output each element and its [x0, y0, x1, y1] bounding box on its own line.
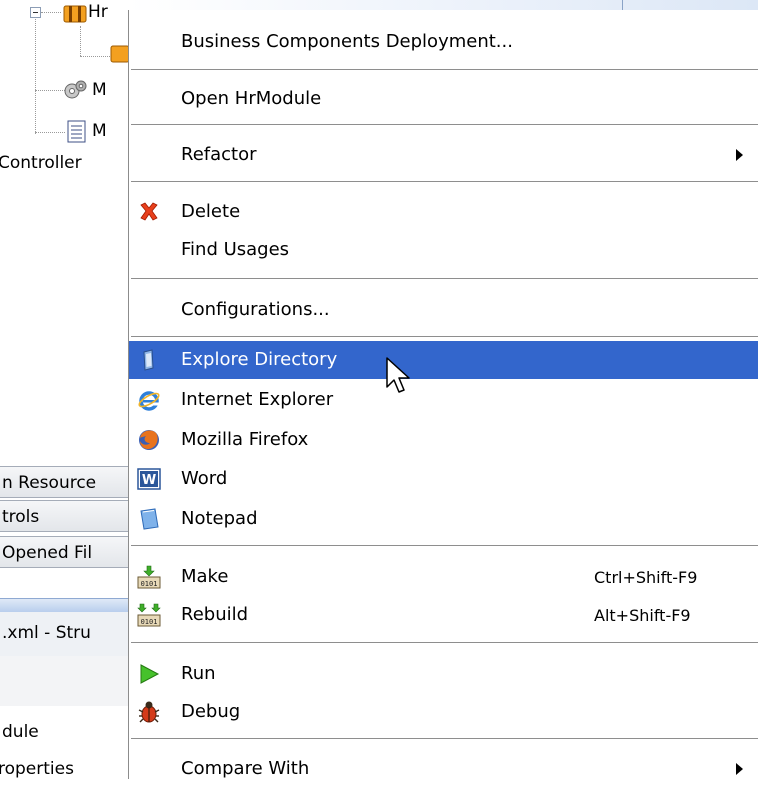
menu-item-label: Rebuild	[181, 604, 249, 625]
tree-connector	[80, 56, 112, 57]
menu-separator	[131, 181, 758, 183]
menu-item-label: Delete	[181, 201, 241, 222]
make-icon: 0101	[137, 565, 161, 589]
tree-item-label[interactable]: Hr	[88, 2, 108, 22]
mouse-cursor-icon	[386, 357, 410, 393]
tree-connector	[35, 90, 65, 91]
menu-item-label: Make	[181, 566, 229, 587]
tree-connector	[35, 132, 65, 133]
delete-icon	[140, 202, 158, 221]
menu-item-find-usages[interactable]: Find Usages	[129, 231, 758, 269]
panel-tab-label: Opened Fil	[2, 543, 93, 563]
svg-text:0101: 0101	[141, 618, 158, 626]
menu-item-internet-explorer[interactable]: Internet Explorer	[129, 381, 758, 419]
application-module-icon	[63, 5, 87, 23]
menu-item-debug[interactable]: Debug	[129, 693, 758, 731]
tree-item-label[interactable]: M	[92, 121, 107, 141]
menu-item-mozilla-firefox[interactable]: Mozilla Firefox	[129, 421, 758, 459]
menu-item-configurations[interactable]: Configurations...	[129, 291, 758, 329]
menu-separator	[131, 738, 758, 740]
menu-separator	[131, 69, 758, 71]
menu-item-label: Configurations...	[181, 299, 330, 320]
gears-icon	[64, 80, 87, 99]
menu-item-delete[interactable]: Delete	[129, 193, 758, 231]
tree-item-label[interactable]: M	[92, 80, 107, 100]
notepad-icon	[140, 508, 159, 530]
structure-item[interactable]: dule	[2, 722, 39, 742]
menu-item-notepad[interactable]: Notepad	[129, 500, 758, 538]
menu-item-label: Refactor	[181, 144, 257, 165]
window-top-band	[128, 0, 758, 10]
window-divider	[622, 0, 623, 10]
navigator-panel: Hr M M Controller n Resource trols Opene…	[0, 0, 128, 779]
menu-item-label: Compare With	[181, 758, 310, 779]
menu-item-label: Find Usages	[181, 239, 290, 260]
menu-item-make[interactable]: 0101 Make Ctrl+Shift-F9	[129, 558, 758, 596]
internet-explorer-icon	[138, 391, 160, 411]
shortcut-label: Ctrl+Shift-F9	[594, 568, 698, 587]
menu-item-label: Internet Explorer	[181, 389, 334, 410]
firefox-icon	[139, 430, 159, 450]
panel-title-bar	[0, 598, 128, 613]
menu-item-label: Run	[181, 663, 216, 684]
menu-item-label: Explore Directory	[181, 349, 338, 370]
menu-item-label: Open HrModule	[181, 88, 322, 109]
tree-connector	[41, 12, 61, 13]
menu-item-label: Debug	[181, 701, 241, 722]
menu-item-business-components-deployment[interactable]: Business Components Deployment...	[129, 23, 758, 61]
menu-item-run[interactable]: Run	[129, 655, 758, 693]
menu-separator	[131, 278, 758, 280]
menu-separator	[131, 336, 758, 338]
module-icon	[110, 45, 128, 63]
menu-item-refactor[interactable]: Refactor	[129, 136, 758, 174]
svg-text:0101: 0101	[141, 580, 158, 588]
shortcut-label: Alt+Shift-F9	[594, 606, 691, 625]
debug-bug-icon	[138, 701, 160, 723]
structure-item[interactable]: roperties	[0, 759, 74, 779]
document-icon	[67, 120, 86, 143]
menu-separator	[131, 545, 758, 547]
svg-text:W: W	[142, 473, 156, 488]
menu-item-open-hrmodule[interactable]: Open HrModule	[129, 80, 758, 118]
controller-label[interactable]: Controller	[0, 153, 82, 173]
context-menu: Business Components Deployment... Open H…	[128, 10, 758, 779]
panel-tab-opened-files[interactable]: Opened Fil	[0, 536, 128, 568]
run-icon	[140, 664, 160, 684]
menu-item-rebuild[interactable]: 0101 Rebuild Alt+Shift-F9	[129, 596, 758, 634]
word-icon: W	[137, 468, 161, 490]
rebuild-icon: 0101	[137, 603, 161, 627]
submenu-arrow-icon	[736, 149, 743, 161]
panel-tab-controls[interactable]: trols	[0, 500, 128, 532]
structure-tab-label: .xml - Stru	[2, 623, 91, 643]
structure-panel-body	[0, 656, 128, 706]
tree-connector	[35, 19, 36, 134]
menu-item-label: Business Components Deployment...	[181, 31, 513, 52]
menu-item-explore-directory[interactable]: Explore Directory	[129, 341, 758, 379]
menu-item-compare-with[interactable]: Compare With	[129, 750, 758, 788]
tree-connector	[80, 26, 81, 56]
menu-separator	[131, 642, 758, 644]
panel-tab-label: n Resource	[2, 473, 97, 493]
menu-item-word[interactable]: W Word	[129, 460, 758, 498]
menu-separator	[131, 124, 758, 126]
panel-tab-label: trols	[2, 507, 40, 527]
collapse-icon[interactable]	[30, 7, 41, 18]
explorer-directory-icon	[143, 349, 154, 371]
submenu-arrow-icon	[736, 763, 743, 775]
menu-item-label: Notepad	[181, 508, 258, 529]
structure-panel-header[interactable]: .xml - Stru	[0, 612, 128, 657]
panel-tab-resources[interactable]: n Resource	[0, 466, 128, 498]
menu-item-label: Mozilla Firefox	[181, 429, 309, 450]
menu-item-label: Word	[181, 468, 228, 489]
